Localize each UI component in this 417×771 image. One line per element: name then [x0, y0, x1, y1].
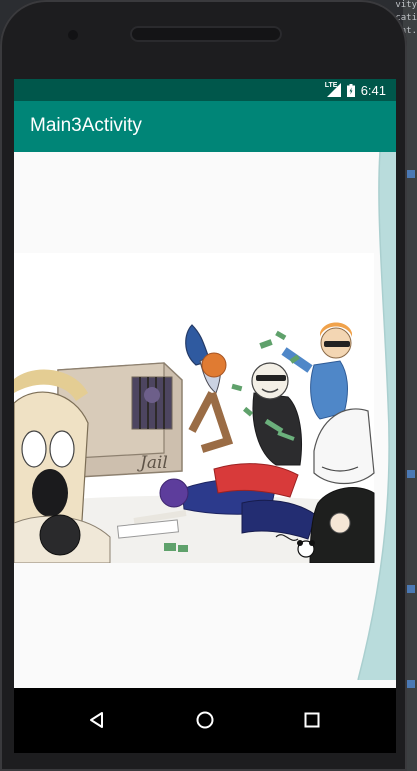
content-area: Jail [14, 152, 396, 680]
jail-label: Jail [137, 453, 168, 473]
artwork-image: Jail [14, 253, 396, 564]
ide-text-fragment: vity [395, 0, 417, 10]
lte-signal-icon: LTE [324, 82, 341, 97]
back-icon [90, 712, 103, 728]
earpiece-speaker [130, 26, 282, 42]
navigation-bar [14, 688, 396, 753]
ide-marker [407, 170, 415, 178]
app-title: Main3Activity [30, 115, 142, 136]
recents-button[interactable] [296, 704, 328, 736]
recents-icon [304, 712, 320, 728]
phone-frame: LTE 6:41 Main3Activity Jail [0, 0, 407, 771]
clock: 6:41 [360, 82, 386, 98]
battery-icon [346, 83, 355, 97]
ide-marker [407, 470, 415, 478]
front-camera [68, 30, 78, 40]
status-bar: LTE 6:41 [14, 79, 396, 101]
home-button[interactable] [189, 704, 221, 736]
device-screen: LTE 6:41 Main3Activity Jail [14, 79, 396, 753]
network-type: LTE [324, 82, 338, 89]
app-bar: Main3Activity [14, 101, 396, 152]
ide-marker [407, 680, 415, 688]
home-icon [196, 711, 214, 729]
ide-marker [407, 585, 415, 593]
back-button[interactable] [81, 704, 113, 736]
